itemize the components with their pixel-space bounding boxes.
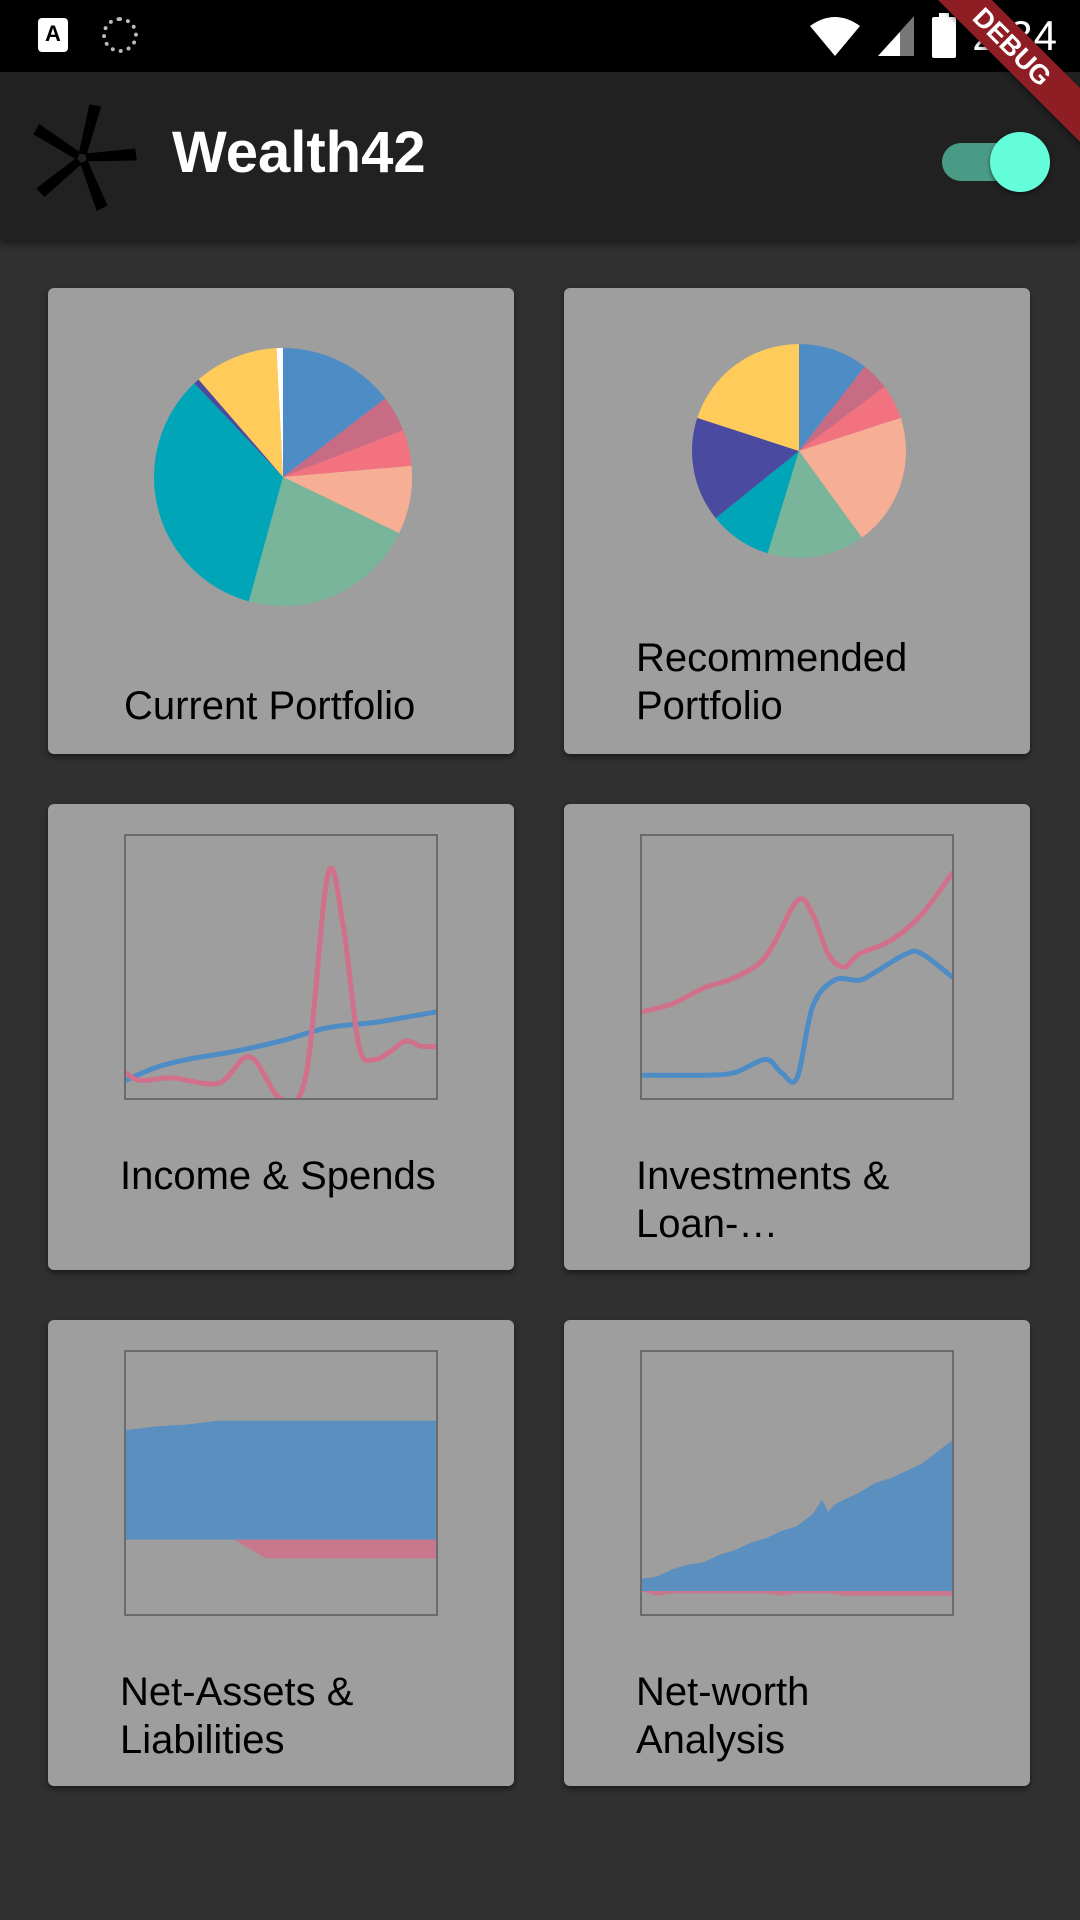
battery-icon	[932, 13, 957, 58]
card-label: Recommended Portfolio	[636, 636, 908, 728]
plot-area	[125, 1420, 437, 1559]
line-series-1	[641, 948, 953, 1085]
plot-frame	[124, 834, 438, 1100]
card-label: Income & Spends	[120, 1154, 436, 1198]
current-portfolio-pie-chart	[154, 348, 412, 606]
status-bar-left: A	[38, 17, 138, 53]
app-bar: Wealth42	[0, 72, 1080, 240]
area-series-1	[125, 1420, 437, 1540]
status-bar: A 2:34	[0, 0, 1080, 72]
pinwheel-logo-icon	[33, 104, 137, 211]
loading-spinner-icon	[102, 17, 138, 53]
card-label: Current Portfolio	[124, 684, 416, 728]
line-series-2	[641, 870, 953, 1015]
card-net-worth-analysis[interactable]: Net-worth Analysis	[564, 1320, 1030, 1786]
plot-area	[641, 870, 953, 1085]
plot-frame	[640, 834, 954, 1100]
card-label: Net-Assets & Liabilities	[120, 1670, 354, 1762]
investments-loans-line-chart	[640, 834, 954, 1100]
plot-area	[641, 1439, 953, 1596]
net-assets-area-chart	[124, 1350, 438, 1616]
plot-area	[125, 865, 437, 1099]
area-series-1	[641, 1439, 953, 1591]
income-spends-line-chart	[124, 834, 438, 1100]
card-label: Net-worth Analysis	[636, 1670, 810, 1762]
area-series-2	[641, 1591, 953, 1596]
card-investments-loans[interactable]: Investments & Loan-…	[564, 804, 1030, 1270]
wifi-icon	[810, 17, 861, 56]
a-notification-icon: A	[38, 18, 68, 52]
cell-signal-icon	[878, 16, 915, 56]
area-series-2	[125, 1539, 437, 1559]
net-worth-area-chart	[640, 1350, 954, 1616]
app-title: Wealth42	[172, 120, 426, 185]
theme-toggle[interactable]	[940, 128, 1052, 192]
card-current-portfolio[interactable]: Current Portfolio	[48, 288, 514, 754]
card-recommended-portfolio[interactable]: Recommended Portfolio	[564, 288, 1030, 754]
card-net-assets-liabilities[interactable]: Net-Assets & Liabilities	[48, 1320, 514, 1786]
card-income-spends[interactable]: Income & Spends	[48, 804, 514, 1270]
card-label: Investments & Loan-…	[636, 1154, 890, 1246]
line-series-1	[125, 1009, 437, 1083]
toggle-thumb	[990, 132, 1050, 192]
recommended-portfolio-pie-chart	[692, 344, 906, 558]
